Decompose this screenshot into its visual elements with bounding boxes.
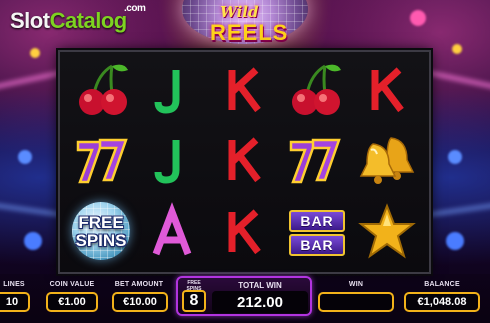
lines-label: LINES (3, 281, 25, 288)
coin-value: €1.00 (58, 296, 86, 308)
letter-j-symbol (140, 58, 204, 122)
cherries-icon (283, 58, 347, 122)
free-spins-symbol-line1: FREE (78, 213, 124, 232)
stage-light (24, 232, 42, 250)
letter-k-symbol (355, 58, 419, 122)
cherries-icon (70, 58, 134, 122)
stage-light (452, 44, 462, 54)
bar-plate-top: BAR (289, 210, 345, 232)
game-title: Wild REELS (182, 0, 308, 52)
watermark-text-catalog: Catalog (49, 8, 128, 33)
watermark-logo: SlotCatalog .com (10, 3, 146, 34)
watermark-suffix: .com (124, 3, 146, 14)
game-title-reels: REELS (210, 20, 289, 45)
bar-plate-bottom: BAR (289, 234, 345, 256)
free-spins-counter: 8 (182, 290, 206, 312)
star-icon (355, 200, 419, 264)
free-spins-symbol: FREE SPINS (68, 200, 134, 266)
win-display (318, 292, 394, 312)
lines-value: 10 (5, 296, 19, 308)
coin-value-label: COIN VALUE (49, 281, 95, 288)
free-spins-symbol-text: FREE SPINS (68, 214, 134, 250)
balance-display: €1,048.08 (404, 292, 480, 312)
balance-value: €1,048.08 (417, 296, 467, 308)
bet-amount-label: BET AMOUNT (114, 281, 164, 288)
seven-icon (283, 128, 347, 192)
bet-amount-value: €10.00 (123, 296, 157, 308)
free-spins-total-win-panel: FREE SPINS 8 TOTAL WIN 212.00 (176, 276, 312, 316)
bar-symbol: BAR BAR (289, 208, 345, 260)
watermark-text-slot: Slot (10, 8, 50, 33)
stage-light (448, 150, 462, 164)
game-title-wild: Wild (220, 3, 259, 21)
letter-j-symbol (140, 128, 204, 192)
win-label: WIN (348, 281, 364, 288)
stage-light (30, 48, 40, 58)
letter-a-symbol (140, 200, 204, 264)
stage-light (446, 232, 464, 250)
lines-display[interactable]: 10 (0, 292, 30, 312)
letter-k-symbol (212, 128, 276, 192)
bells-icon (355, 128, 419, 192)
letter-k-symbol (212, 58, 276, 122)
coin-value-display[interactable]: €1.00 (46, 292, 98, 312)
stage-light (410, 10, 426, 26)
seven-icon (70, 128, 134, 192)
letter-k-symbol (212, 200, 276, 264)
stage-light (18, 150, 32, 164)
balance-label: BALANCE (424, 281, 460, 288)
total-win-label: TOTAL WIN (238, 281, 282, 290)
bet-amount-display[interactable]: €10.00 (112, 292, 168, 312)
free-spins-symbol-line2: SPINS (75, 231, 127, 250)
total-win-value: 212.00 (212, 291, 308, 313)
